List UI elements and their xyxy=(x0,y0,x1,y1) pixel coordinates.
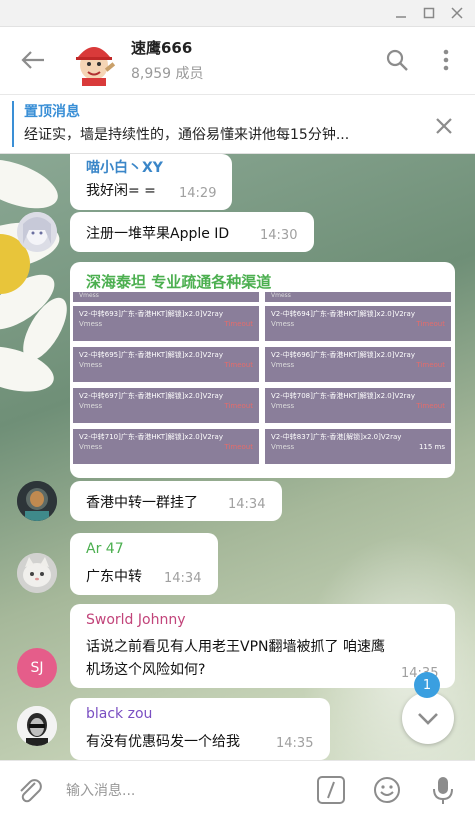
server-name: V2-中转710]广东-香港HKT]解锁]x2.0]V2ray xyxy=(79,433,223,441)
message-bubble[interactable]: 喵小白丶XY 我好闲= = 14:29 xyxy=(70,154,232,210)
sender-name[interactable]: 喵小白丶XY xyxy=(86,157,163,177)
member-count: 8,959 成员 xyxy=(131,66,204,82)
maximize-icon[interactable] xyxy=(416,2,442,24)
message-text: 广东中转 xyxy=(86,569,142,585)
message-bubble[interactable]: 香港中转一群挂了 14:34 xyxy=(70,481,282,521)
message-bubble[interactable]: Ar 47 广东中转 14:34 xyxy=(70,533,218,595)
user-avatar[interactable]: SJ xyxy=(17,648,57,688)
server-status: Timeout xyxy=(224,320,253,328)
server-list-image[interactable]: Vmess Vmess V2-中转693]广东-香港HKT]解锁]x2.0]V2… xyxy=(73,292,453,478)
message-bubble[interactable]: black zou 有没有优惠码发一个给我 14:35 xyxy=(70,698,330,760)
server-status: Timeout xyxy=(224,361,253,369)
user-avatar[interactable] xyxy=(17,212,57,252)
user-avatar[interactable] xyxy=(17,553,57,593)
server-card[interactable]: V2-中转696]广东-香港HKT]解锁]x2.0]V2ray Vmess Ti… xyxy=(265,347,451,382)
unread-badge: 1 xyxy=(414,672,440,698)
user-avatar[interactable] xyxy=(17,706,57,746)
pinned-text: 经证实，墙是持续性的，通俗易懂来讲他每15分钟... xyxy=(24,127,350,143)
close-icon[interactable] xyxy=(444,2,470,24)
server-name: V2-中转694]广东-香港HKT]解锁]x2.0]V2ray xyxy=(271,310,415,318)
pinned-close-icon[interactable] xyxy=(432,114,456,142)
message-bubble[interactable]: 注册一堆苹果Apple ID 14:30 xyxy=(70,212,314,252)
window-titlebar xyxy=(0,0,475,27)
server-card[interactable]: V2-中转695]广东-香港HKT]解锁]x2.0]V2ray Vmess Ti… xyxy=(73,347,259,382)
message-text: 话说之前看见有人用老王VPN翻墙被抓了 咱速鹰 xyxy=(86,639,385,655)
search-icon[interactable] xyxy=(383,46,411,74)
server-status: Timeout xyxy=(416,361,445,369)
pinned-message[interactable]: 置顶消息 经证实，墙是持续性的，通俗易懂来讲他每15分钟... xyxy=(0,95,475,154)
message-bubble[interactable]: Sworld Johnny 话说之前看见有人用老王VPN翻墙被抓了 咱速鹰 机场… xyxy=(70,604,455,688)
sender-name[interactable]: black zou xyxy=(86,706,152,722)
message-text: 香港中转一群挂了 xyxy=(86,495,198,511)
pinned-title: 置顶消息 xyxy=(24,104,80,120)
server-card[interactable]: V2-中转693]广东-香港HKT]解锁]x2.0]V2ray Vmess Ti… xyxy=(73,306,259,341)
server-status: Timeout xyxy=(224,402,253,410)
chat-title[interactable]: 速鹰666 xyxy=(131,37,192,58)
sender-name[interactable]: Sworld Johnny xyxy=(86,612,185,628)
server-card[interactable]: V2-中转710]广东-香港HKT]解锁]x2.0]V2ray Vmess Ti… xyxy=(73,429,259,464)
message-text: 有没有优惠码发一个给我 xyxy=(86,734,240,750)
server-card[interactable]: V2-中转697]广东-香港HKT]解锁]x2.0]V2ray Vmess Ti… xyxy=(73,388,259,423)
message-time: 14:29 xyxy=(179,186,217,201)
scroll-down-button[interactable] xyxy=(402,692,454,744)
more-vertical-icon[interactable] xyxy=(432,46,460,74)
user-avatar[interactable] xyxy=(17,481,57,521)
back-arrow-icon[interactable] xyxy=(18,49,48,71)
server-card[interactable]: V2-中转837]广东-香港[解锁]x2.0]V2ray Vmess 115 m… xyxy=(265,429,451,464)
message-text-line2: 机场这个风险如何? xyxy=(86,662,206,678)
message-text: 我好闲= = xyxy=(86,183,156,199)
server-name: V2-中转696]广东-香港HKT]解锁]x2.0]V2ray xyxy=(271,351,415,359)
message-input-bar: 输入消息... xyxy=(0,760,475,817)
attach-icon[interactable] xyxy=(14,775,44,809)
microphone-icon[interactable] xyxy=(428,775,458,809)
message-text: 注册一堆苹果Apple ID xyxy=(86,226,230,242)
server-name: V2-中转695]广东-香港HKT]解锁]x2.0]V2ray xyxy=(79,351,223,359)
message-time: 14:35 xyxy=(276,736,314,751)
server-name: V2-中转837]广东-香港[解锁]x2.0]V2ray xyxy=(271,433,402,441)
server-name: V2-中转693]广东-香港HKT]解锁]x2.0]V2ray xyxy=(79,310,223,318)
server-status: Timeout xyxy=(416,402,445,410)
server-card[interactable]: V2-中转694]广东-香港HKT]解锁]x2.0]V2ray Vmess Ti… xyxy=(265,306,451,341)
message-time: 14:30 xyxy=(260,228,298,243)
group-avatar[interactable] xyxy=(68,35,120,87)
message-input[interactable]: 输入消息... xyxy=(66,780,135,800)
server-name: V2-中转708]广东-香港HKT]解锁]x2.0]V2ray xyxy=(271,392,415,400)
server-name: V2-中转697]广东-香港HKT]解锁]x2.0]V2ray xyxy=(79,392,223,400)
chat-header: 速鹰666 8,959 成员 xyxy=(0,27,475,95)
message-bubble[interactable]: 深海泰坦 专业疏通各种渠道 Vmess Vmess V2-中转693]广东-香港… xyxy=(70,262,455,478)
message-list[interactable]: 喵小白丶XY 我好闲= = 14:29 注册一堆苹果Apple ID 14:30… xyxy=(0,154,475,760)
server-status: Timeout xyxy=(224,443,253,451)
pinned-accent-bar xyxy=(12,101,14,147)
server-status: Timeout xyxy=(416,320,445,328)
minimize-icon[interactable] xyxy=(388,2,414,24)
emoji-icon[interactable] xyxy=(372,775,402,809)
message-time: 14:34 xyxy=(228,497,266,512)
sender-name[interactable]: Ar 47 xyxy=(86,541,124,557)
message-time: 14:34 xyxy=(164,571,202,586)
server-card[interactable]: V2-中转708]广东-香港HKT]解锁]x2.0]V2ray Vmess Ti… xyxy=(265,388,451,423)
chevron-down-icon xyxy=(418,713,438,725)
commands-icon[interactable] xyxy=(316,775,346,809)
server-status: 115 ms xyxy=(418,443,445,451)
sender-name[interactable]: 深海泰坦 专业疏通各种渠道 xyxy=(86,271,271,292)
